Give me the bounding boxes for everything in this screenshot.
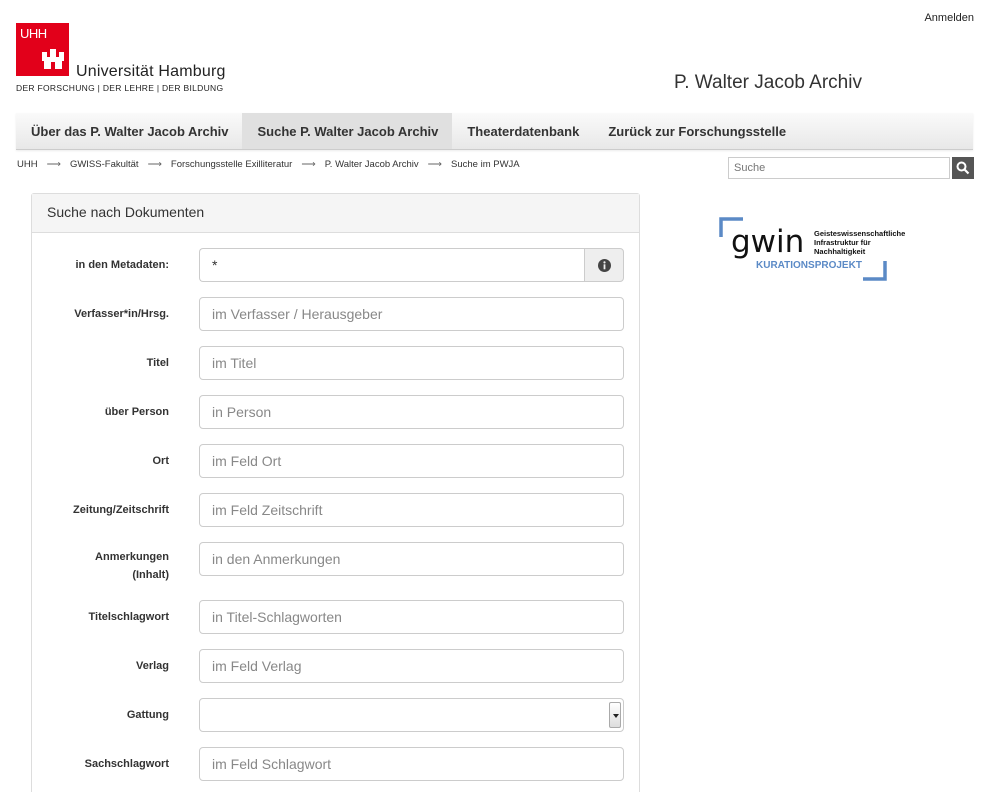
field-label: über Person	[104, 406, 169, 418]
nav-item-theater-db[interactable]: Theaterdatenbank	[452, 113, 593, 149]
notes-input[interactable]	[199, 542, 624, 576]
logo-short: UHH	[20, 26, 47, 41]
breadcrumb-separator: ⟶	[46, 159, 61, 170]
metadata-input-group	[199, 248, 624, 282]
info-button[interactable]	[584, 248, 624, 282]
logo-name: Universität Hamburg	[76, 63, 226, 80]
nav-item-search[interactable]: Suche P. Walter Jacob Archiv	[242, 113, 453, 149]
journal-input[interactable]	[199, 493, 624, 527]
breadcrumb: UHH ⟶ GWISS-Fakultät ⟶ Forschungsstelle …	[17, 159, 520, 170]
breadcrumb-separator: ⟶	[147, 159, 162, 170]
field-label: Sachschlagwort	[84, 758, 169, 770]
uhh-logo[interactable]: UHH Universität Hamburg DER FORSCHUNG | …	[16, 23, 241, 93]
genre-select[interactable]	[199, 698, 624, 732]
login-link[interactable]: Anmelden	[924, 12, 974, 24]
info-icon	[598, 259, 611, 272]
place-input[interactable]	[199, 444, 624, 478]
panel-title: Suche nach Dokumenten	[32, 194, 639, 233]
main-nav: Über das P. Walter Jacob Archiv Suche P.…	[16, 113, 973, 150]
gwin-line-3: Nachhaltigkeit	[814, 247, 866, 256]
search-form-panel: Suche nach Dokumenten in den Metadaten: …	[31, 193, 640, 792]
gwin-line-1: Geisteswissenschaftliche	[814, 229, 905, 238]
field-label-line: (Inhalt)	[132, 569, 169, 581]
breadcrumb-item[interactable]: Forschungsstelle Exilliteratur	[171, 159, 292, 170]
metadata-input[interactable]	[199, 248, 585, 282]
person-input[interactable]	[199, 395, 624, 429]
gwin-subtitle: KURATIONSPROJEKT	[756, 260, 862, 271]
publisher-input[interactable]	[199, 649, 624, 683]
author-input[interactable]	[199, 297, 624, 331]
field-label-line: Anmerkungen	[95, 551, 169, 563]
field-label: Verlag	[135, 660, 169, 672]
field-label: Titelschlagwort	[88, 611, 169, 623]
breadcrumb-separator: ⟶	[301, 159, 316, 170]
site-search-button[interactable]	[952, 157, 974, 179]
title-input[interactable]	[199, 346, 624, 380]
site-search-input[interactable]	[728, 157, 950, 179]
castle-icon	[42, 49, 64, 69]
breadcrumb-item[interactable]: GWISS-Fakultät	[70, 159, 139, 170]
field-label: Zeitung/Zeitschrift	[73, 504, 169, 516]
breadcrumb-separator: ⟶	[427, 159, 443, 170]
breadcrumb-item[interactable]: UHH	[17, 159, 38, 170]
logo-box: UHH	[16, 23, 69, 76]
breadcrumb-current: Suche im PWJA	[451, 159, 520, 170]
title-keyword-input[interactable]	[199, 600, 624, 634]
gwin-logo-graphic: gwin Geisteswissenschaftliche Infrastruk…	[719, 217, 905, 281]
site-title: P. Walter Jacob Archiv	[674, 72, 862, 93]
field-label: Anmerkungen (Inhalt)	[9, 548, 169, 584]
field-label: Gattung	[126, 709, 169, 721]
search-icon	[956, 161, 970, 175]
gwin-word: gwin	[731, 224, 804, 260]
breadcrumb-item[interactable]: P. Walter Jacob Archiv	[325, 159, 419, 170]
field-label: Titel	[146, 357, 169, 369]
chevron-down-icon	[609, 702, 621, 728]
field-label: in den Metadaten:	[75, 259, 169, 271]
nav-item-about[interactable]: Über das P. Walter Jacob Archiv	[16, 113, 242, 149]
field-label: Ort	[152, 455, 170, 467]
gwin-line-2: Infrastruktur für	[814, 238, 871, 247]
subject-keyword-input[interactable]	[199, 747, 624, 781]
field-label: Verfasser*in/Hrsg.	[74, 308, 169, 320]
logo-tagline: DER FORSCHUNG | DER LEHRE | DER BILDUNG	[16, 83, 224, 93]
nav-item-back[interactable]: Zurück zur Forschungsstelle	[593, 113, 800, 149]
gwin-logo[interactable]: gwin Geisteswissenschaftliche Infrastruk…	[719, 217, 909, 281]
